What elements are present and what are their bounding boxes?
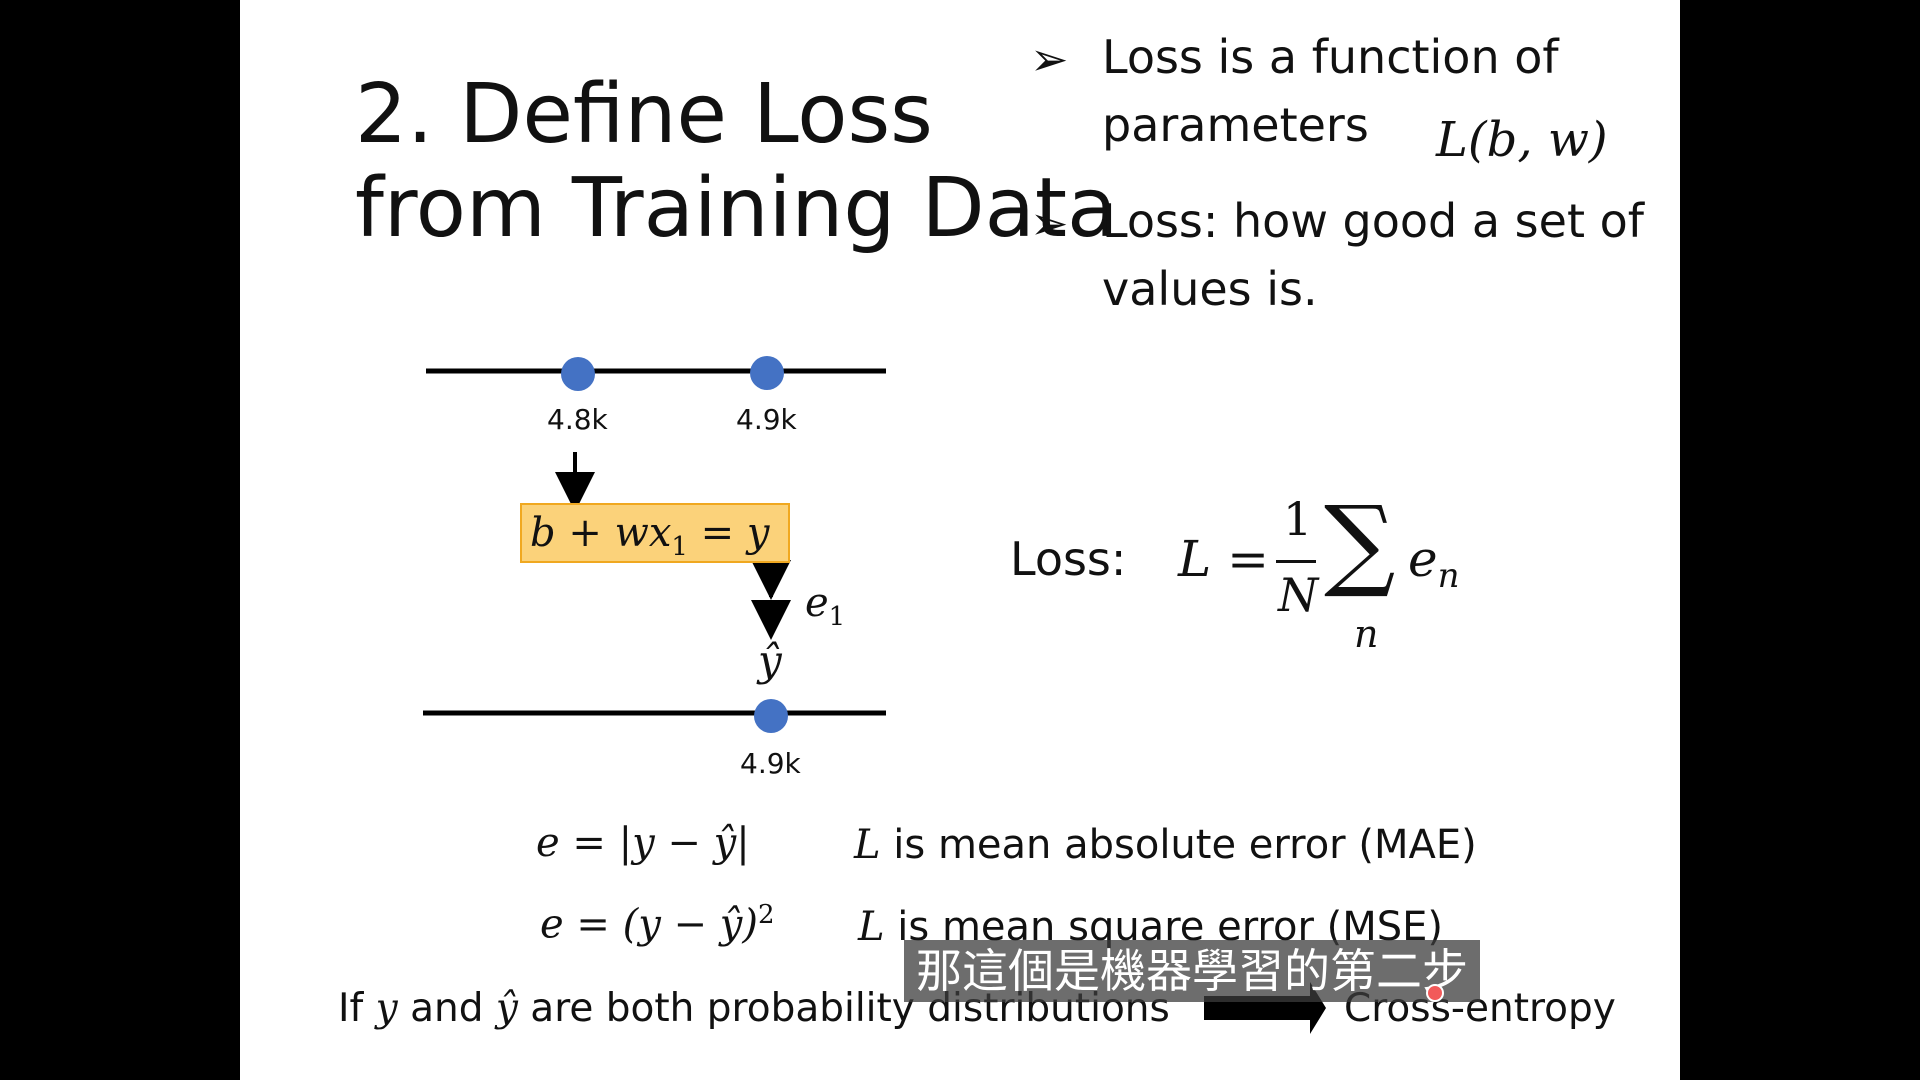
label-point-4-9k xyxy=(754,699,788,733)
formula-subscript: 1 xyxy=(671,532,688,562)
formula-b: b xyxy=(530,510,556,556)
data-point-4-9k xyxy=(750,356,784,390)
error-subscript: 1 xyxy=(828,602,846,632)
mse-formula-base: e = (y − ŷ) xyxy=(540,901,758,948)
loss-label: Loss: xyxy=(1010,532,1127,586)
mse-formula: e = (y − ŷ)2 xyxy=(540,900,775,947)
mae-L: L xyxy=(854,822,881,868)
footer-and: and xyxy=(397,986,496,1031)
error-base: e xyxy=(805,580,829,626)
lecture-slide: 2. Define Loss from Training Data ➢ Loss… xyxy=(240,0,1680,1080)
mae-formula: e = |y − ŷ| xyxy=(536,820,750,866)
footer-y: y xyxy=(375,986,398,1031)
footer-yhat: ŷ xyxy=(495,986,518,1031)
loss-term-base: e xyxy=(1408,530,1438,588)
sum-index: n xyxy=(1354,612,1379,656)
formula-x: x xyxy=(648,510,672,556)
loss-term: en xyxy=(1408,530,1460,596)
loss-numerator: 1 xyxy=(1283,492,1313,546)
mae-desc-text: is mean absolute error (MAE) xyxy=(880,822,1477,868)
formula-eq-y: = y xyxy=(687,510,770,556)
loss-term-subscript: n xyxy=(1437,556,1460,596)
formula-w: w xyxy=(614,510,649,556)
error-label: e1 xyxy=(805,580,845,632)
footer-if: If xyxy=(338,986,376,1031)
video-player[interactable]: 2. Define Loss from Training Data ➢ Loss… xyxy=(0,0,1920,1080)
formula-plus: + xyxy=(555,510,615,556)
tick-label-4-9k: 4.9k xyxy=(736,403,797,436)
video-subtitle: 那這個是機器學習的第二步 xyxy=(904,940,1480,1002)
model-formula-box: b + wx1 = y xyxy=(520,503,790,563)
mae-description: L is mean absolute error (MAE) xyxy=(854,822,1477,868)
loss-L-equals: L = xyxy=(1178,530,1269,588)
loss-denominator: N xyxy=(1278,568,1319,622)
sigma-symbol: ∑ xyxy=(1324,484,1396,601)
fraction-bar xyxy=(1276,560,1316,563)
tick-label-label-4-9k: 4.9k xyxy=(740,747,801,780)
mse-exponent: 2 xyxy=(757,900,775,930)
yhat-label: ŷ xyxy=(758,636,782,685)
mse-L: L xyxy=(858,904,885,950)
data-point-4-8k xyxy=(561,357,595,391)
laser-pointer-icon xyxy=(1426,984,1444,1002)
tick-label-4-8k: 4.8k xyxy=(547,403,608,436)
